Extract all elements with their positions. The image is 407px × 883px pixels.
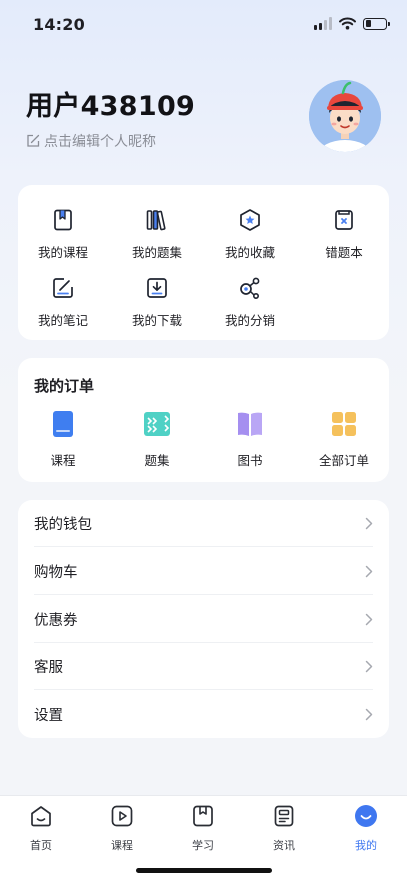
settings-menu-card: 我的钱包 购物车 优惠券 客服 设置 bbox=[18, 500, 389, 738]
wrong-questions-icon bbox=[335, 210, 353, 230]
my-downloads-label: 我的下载 bbox=[131, 313, 182, 328]
wrong-questions-link[interactable]: 错题本 bbox=[299, 208, 389, 261]
menu-item-label: 设置 bbox=[34, 708, 63, 724]
battery-icon bbox=[363, 17, 390, 30]
edit-nickname-label: 点击编辑个人昵称 bbox=[44, 134, 156, 150]
wifi-icon bbox=[339, 17, 356, 30]
play-icon bbox=[111, 805, 133, 827]
cellular-signal-icon bbox=[314, 17, 332, 30]
status-bar: 14:20 bbox=[0, 0, 407, 52]
tab-home[interactable]: 首页 bbox=[11, 804, 71, 853]
my-courses-label: 我的课程 bbox=[37, 245, 88, 260]
my-question-sets-label: 我的题集 bbox=[131, 245, 182, 260]
book-orders-button[interactable]: 图书 bbox=[205, 410, 295, 469]
menu-item-coupons[interactable]: 优惠券 bbox=[18, 596, 389, 643]
edit-nickname-link[interactable]: 点击编辑个人昵称 bbox=[26, 131, 195, 151]
status-time: 14:20 bbox=[33, 15, 85, 34]
my-notes-link[interactable]: 我的笔记 bbox=[18, 276, 108, 329]
tab-news[interactable]: 资讯 bbox=[254, 804, 314, 853]
menu-item-settings[interactable]: 设置 bbox=[18, 691, 389, 738]
my-distribution-label: 我的分销 bbox=[224, 313, 275, 328]
menu-item-label: 客服 bbox=[34, 660, 63, 676]
course-orders-button[interactable]: 课程 bbox=[18, 410, 108, 469]
tab-news-label: 资讯 bbox=[273, 839, 295, 852]
menu-item-label: 我的钱包 bbox=[34, 517, 92, 533]
tab-courses-label: 课程 bbox=[111, 839, 133, 852]
my-downloads-link[interactable]: 我的下载 bbox=[112, 276, 202, 329]
tab-home-label: 首页 bbox=[30, 839, 52, 852]
question-order-icon bbox=[144, 412, 170, 436]
orders-title: 我的订单 bbox=[34, 377, 95, 395]
course-order-icon bbox=[53, 411, 73, 437]
share-distribution-icon bbox=[240, 277, 260, 299]
tab-study-label: 学习 bbox=[192, 839, 214, 852]
menu-item-label: 购物车 bbox=[34, 565, 78, 581]
menu-item-wallet[interactable]: 我的钱包 bbox=[18, 500, 389, 547]
orders-card: 我的订单 课程 题集 图书 全部订单 bbox=[18, 358, 389, 482]
profile-smile-icon bbox=[355, 805, 377, 827]
all-orders-button[interactable]: 全部订单 bbox=[299, 410, 389, 469]
course-book-icon bbox=[54, 209, 72, 231]
my-distribution-link[interactable]: 我的分销 bbox=[205, 276, 295, 329]
all-orders-label: 全部订单 bbox=[318, 453, 369, 468]
quick-links-card: 我的课程 我的题集 我的收藏 错题本 我的笔记 我的下载 我的分销 bbox=[18, 185, 389, 340]
profile-header: 用户438109 点击编辑个人昵称 bbox=[26, 84, 195, 151]
menu-item-cart[interactable]: 购物车 bbox=[18, 548, 389, 595]
status-icons bbox=[314, 17, 390, 30]
question-set-orders-label: 题集 bbox=[144, 453, 170, 468]
chevron-right-icon bbox=[365, 708, 373, 721]
chevron-right-icon bbox=[365, 660, 373, 673]
favorite-star-icon bbox=[240, 209, 260, 231]
book-order-icon bbox=[238, 412, 262, 436]
my-question-sets-link[interactable]: 我的题集 bbox=[112, 208, 202, 261]
home-indicator bbox=[136, 868, 272, 873]
username[interactable]: 用户438109 bbox=[26, 84, 195, 123]
home-icon bbox=[31, 806, 51, 827]
my-favorites-link[interactable]: 我的收藏 bbox=[205, 208, 295, 261]
all-orders-icon bbox=[332, 412, 356, 436]
menu-item-label: 优惠券 bbox=[34, 613, 78, 629]
my-favorites-label: 我的收藏 bbox=[224, 245, 275, 260]
question-set-orders-button[interactable]: 题集 bbox=[112, 410, 202, 469]
my-notes-label: 我的笔记 bbox=[37, 313, 88, 328]
menu-item-customer-service[interactable]: 客服 bbox=[18, 643, 389, 690]
question-set-icon bbox=[146, 210, 166, 231]
tab-profile[interactable]: 我的 bbox=[336, 804, 396, 853]
study-bookmark-icon bbox=[193, 805, 213, 827]
download-icon bbox=[147, 278, 167, 298]
notes-icon bbox=[53, 278, 73, 298]
tab-profile-label: 我的 bbox=[355, 839, 377, 852]
avatar[interactable] bbox=[309, 80, 381, 152]
book-orders-label: 图书 bbox=[237, 453, 263, 468]
chevron-right-icon bbox=[365, 613, 373, 626]
tab-courses[interactable]: 课程 bbox=[92, 804, 152, 853]
news-icon bbox=[274, 805, 294, 827]
chevron-right-icon bbox=[365, 517, 373, 530]
course-orders-label: 课程 bbox=[50, 453, 76, 468]
edit-icon bbox=[27, 134, 40, 147]
wrong-questions-label: 错题本 bbox=[325, 245, 363, 260]
tab-study[interactable]: 学习 bbox=[173, 804, 233, 853]
chevron-right-icon bbox=[365, 565, 373, 578]
my-courses-link[interactable]: 我的课程 bbox=[18, 208, 108, 261]
